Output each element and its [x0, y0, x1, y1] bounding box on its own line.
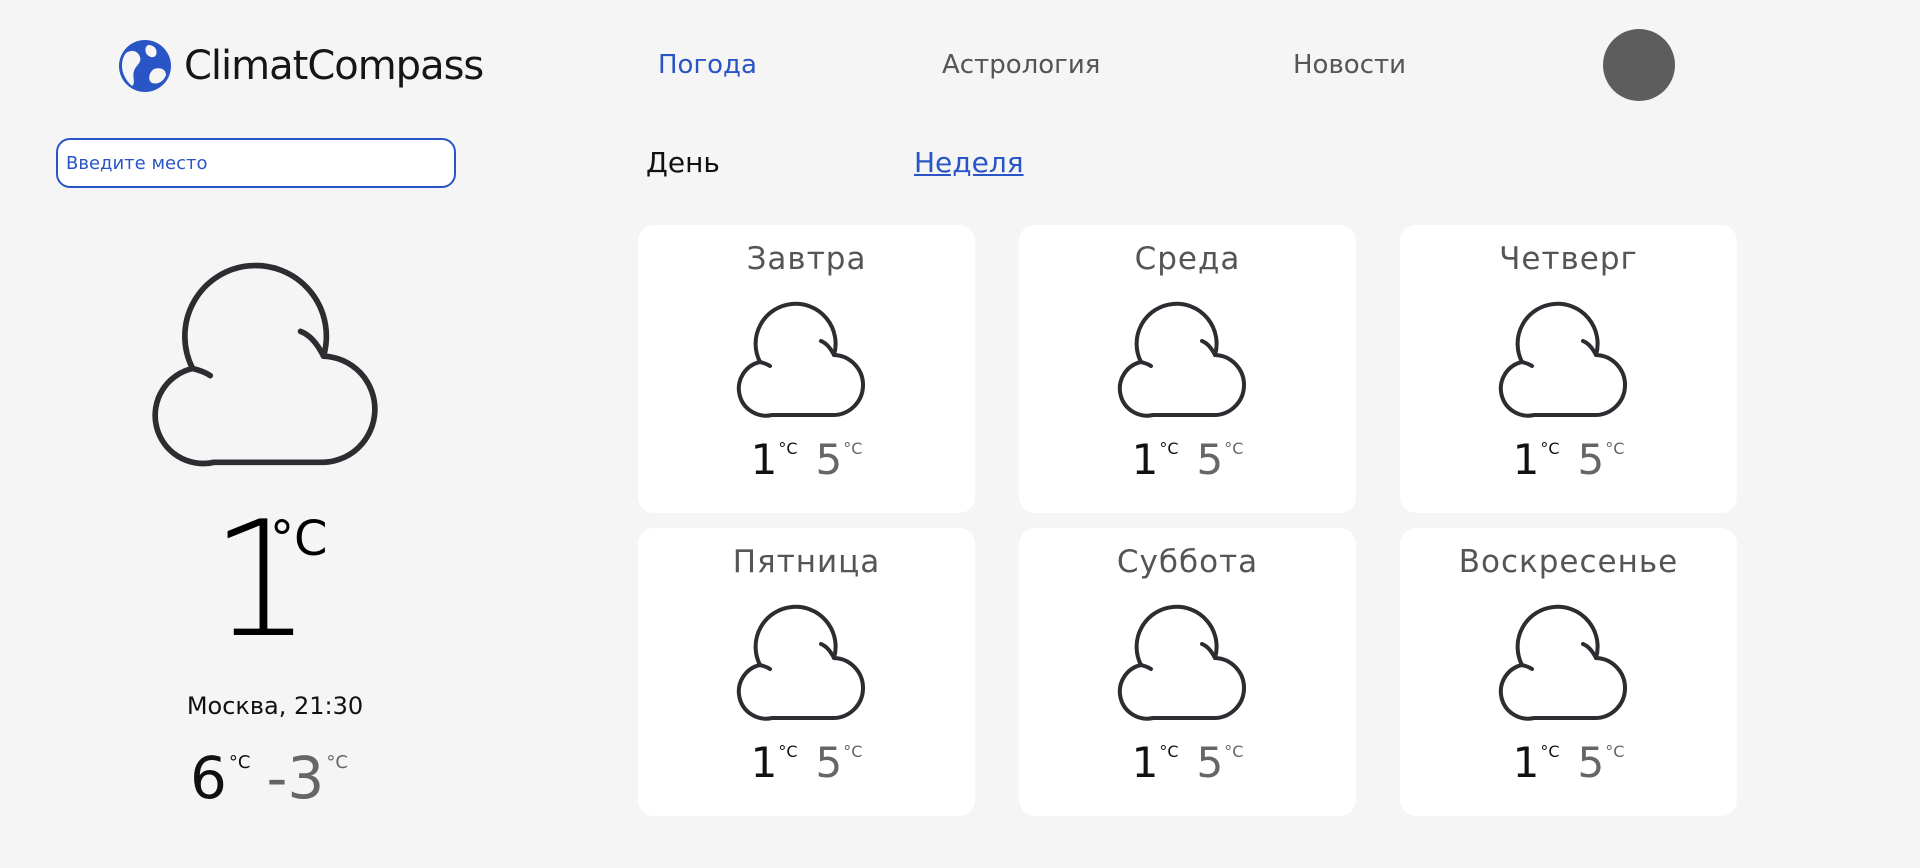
day-name: Среда: [1134, 241, 1241, 277]
day-temp-unit: °C: [778, 439, 798, 458]
day-temp-max-value: 5: [815, 738, 843, 787]
day-card[interactable]: Воскресенье 1 °C 5 °C: [1400, 528, 1737, 816]
day-name: Пятница: [732, 544, 881, 580]
day-temp-unit: °C: [778, 742, 798, 761]
day-card[interactable]: Четверг 1 °C 5 °C: [1400, 225, 1737, 513]
temp-low-unit: °C: [326, 752, 348, 773]
day-name: Суббота: [1116, 544, 1259, 580]
day-name: Четверг: [1499, 241, 1638, 277]
day-temp-unit: °C: [843, 439, 863, 458]
nav-item-news[interactable]: Новости: [1293, 50, 1406, 80]
day-temp-min-value: 1: [750, 435, 778, 484]
day-temp-unit: °C: [1605, 439, 1625, 458]
day-temp-max: 5 °C: [1197, 740, 1244, 786]
day-temp-unit: °C: [843, 742, 863, 761]
cloud-icon: [1490, 598, 1646, 728]
cloud-icon: [134, 250, 414, 480]
day-temp-unit: °C: [1540, 742, 1560, 761]
temp-high: 6 °C: [190, 748, 250, 808]
day-temperatures: 1 °C 5 °C: [1019, 740, 1356, 786]
day-temperatures: 1 °C 5 °C: [638, 437, 975, 483]
cloud-icon: [1109, 295, 1265, 425]
cloud-icon: [1109, 598, 1265, 728]
day-temp-max: 5 °C: [1578, 437, 1625, 483]
day-card[interactable]: Пятница 1 °C 5 °C: [638, 528, 975, 816]
current-temperature-unit: °C: [270, 511, 328, 567]
day-temp-max-value: 5: [1196, 435, 1224, 484]
day-temp-min-value: 1: [1512, 738, 1540, 787]
day-temp-unit: °C: [1224, 742, 1244, 761]
day-temp-unit: °C: [1224, 439, 1244, 458]
day-temp-min: 1 °C: [751, 437, 798, 483]
day-temp-max: 5 °C: [816, 437, 863, 483]
day-temperatures: 1 °C 5 °C: [1400, 740, 1737, 786]
day-card[interactable]: Суббота 1 °C 5 °C: [1019, 528, 1356, 816]
tab-day[interactable]: День: [646, 146, 720, 179]
globe-icon: [118, 39, 172, 93]
day-card[interactable]: Среда 1 °C 5 °C: [1019, 225, 1356, 513]
tab-week[interactable]: Неделя: [914, 146, 1024, 179]
day-temp-min: 1 °C: [1513, 740, 1560, 786]
week-forecast-grid: Завтра 1 °C 5 °C Среда 1 °C 5 °C Четверг…: [638, 225, 1737, 816]
day-name: Завтра: [746, 241, 867, 277]
day-temp-unit: °C: [1159, 439, 1179, 458]
day-temperatures: 1 °C 5 °C: [1400, 437, 1737, 483]
day-temp-max-value: 5: [815, 435, 843, 484]
day-temp-max-value: 5: [1196, 738, 1224, 787]
temp-low-value: -3: [266, 744, 325, 812]
day-temp-unit: °C: [1605, 742, 1625, 761]
location-time: Москва, 21:30: [186, 692, 364, 720]
temperature-range: 6 °C -3 °C: [190, 748, 348, 808]
brand-logo-link[interactable]: ClimatCompass: [118, 38, 484, 93]
day-name: Воскресенье: [1458, 544, 1679, 580]
nav-item-astrology[interactable]: Астрология: [942, 50, 1100, 80]
day-temperatures: 1 °C 5 °C: [1019, 437, 1356, 483]
day-temp-min: 1 °C: [1513, 437, 1560, 483]
day-temp-max-value: 5: [1577, 435, 1605, 484]
search-input[interactable]: [56, 138, 456, 188]
day-card[interactable]: Завтра 1 °C 5 °C: [638, 225, 975, 513]
day-temp-unit: °C: [1540, 439, 1560, 458]
avatar[interactable]: [1603, 29, 1675, 101]
day-temp-min-value: 1: [1131, 738, 1159, 787]
cloud-icon: [1490, 295, 1646, 425]
current-temperature: 1 °C: [210, 500, 380, 670]
day-temperatures: 1 °C 5 °C: [638, 740, 975, 786]
day-temp-min: 1 °C: [1132, 740, 1179, 786]
brand-name: ClimatCompass: [184, 42, 484, 89]
cloud-icon: [728, 598, 884, 728]
day-temp-max: 5 °C: [816, 740, 863, 786]
day-temp-max: 5 °C: [1197, 437, 1244, 483]
day-temp-min-value: 1: [1512, 435, 1540, 484]
temp-high-value: 6: [190, 744, 227, 812]
day-temp-max-value: 5: [1577, 738, 1605, 787]
nav-item-weather[interactable]: Погода: [658, 50, 757, 80]
day-temp-min-value: 1: [1131, 435, 1159, 484]
day-temp-unit: °C: [1159, 742, 1179, 761]
temp-low: -3 °C: [266, 748, 347, 808]
day-temp-min: 1 °C: [751, 740, 798, 786]
temp-high-unit: °C: [228, 752, 251, 773]
cloud-icon: [728, 295, 884, 425]
day-temp-min: 1 °C: [1132, 437, 1179, 483]
day-temp-min-value: 1: [750, 738, 778, 787]
day-temp-max: 5 °C: [1578, 740, 1625, 786]
